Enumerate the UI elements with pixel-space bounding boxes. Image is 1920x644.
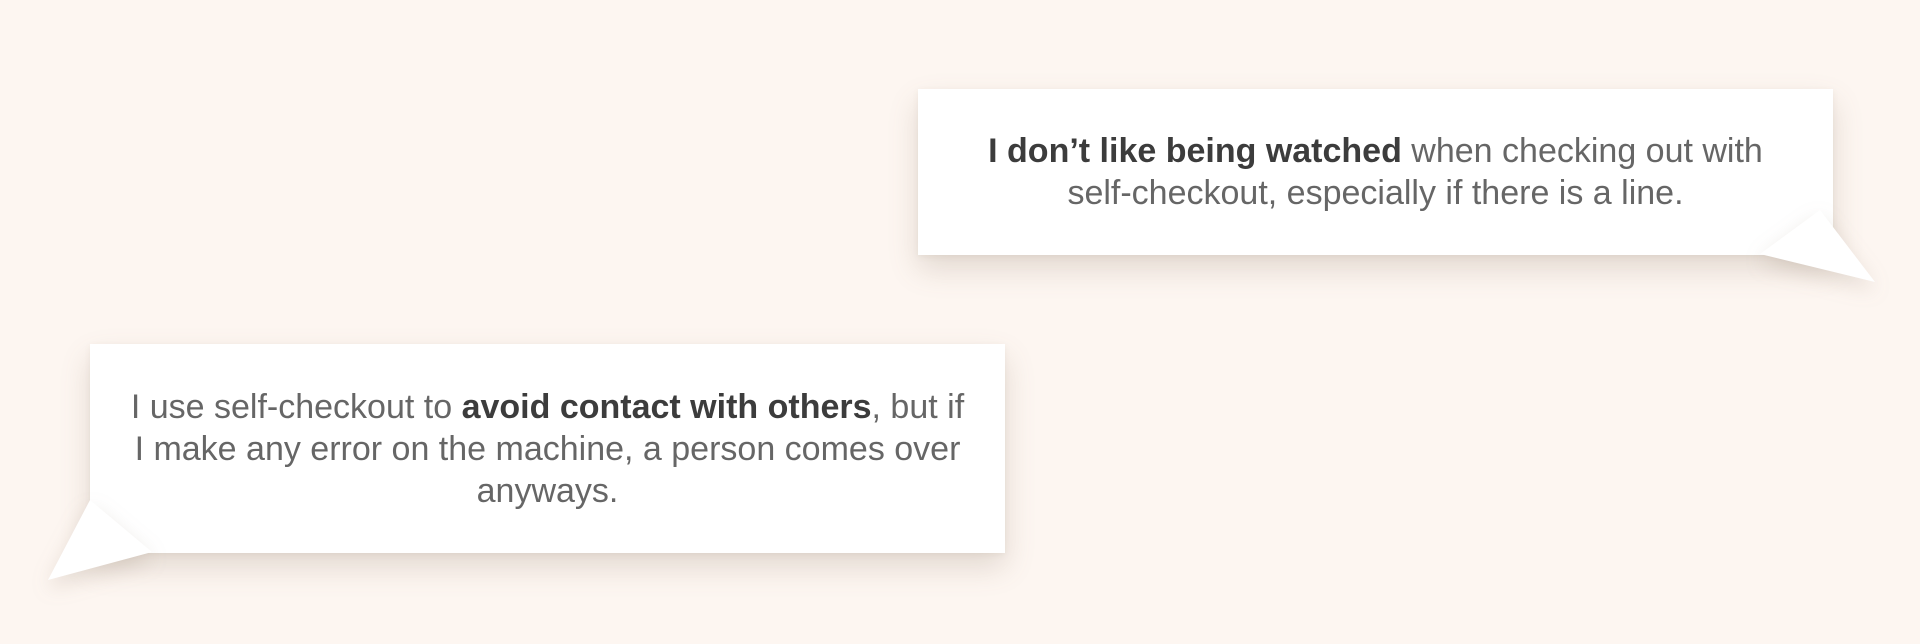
quote-bubble-watched: I don’t like being watched when checking… (918, 89, 1833, 255)
quote-canvas: I don’t like being watched when checking… (0, 0, 1920, 644)
speech-tail-right-shape (1760, 210, 1875, 282)
quote-emphasis-contact: avoid contact with others (461, 387, 872, 426)
quote-text-contact: I use self-checkout to avoid contact wit… (126, 386, 969, 512)
speech-tail-right (1760, 210, 1875, 282)
quote-bubble-contact: I use self-checkout to avoid contact wit… (90, 344, 1005, 553)
quote-text-watched: I don’t like being watched when checking… (978, 130, 1773, 214)
quote-lead-contact: I use self-checkout to (130, 387, 462, 426)
speech-tail-left-shape (48, 500, 152, 580)
quote-emphasis-watched: I don’t like being watched (988, 132, 1402, 170)
speech-tail-left (48, 500, 152, 580)
